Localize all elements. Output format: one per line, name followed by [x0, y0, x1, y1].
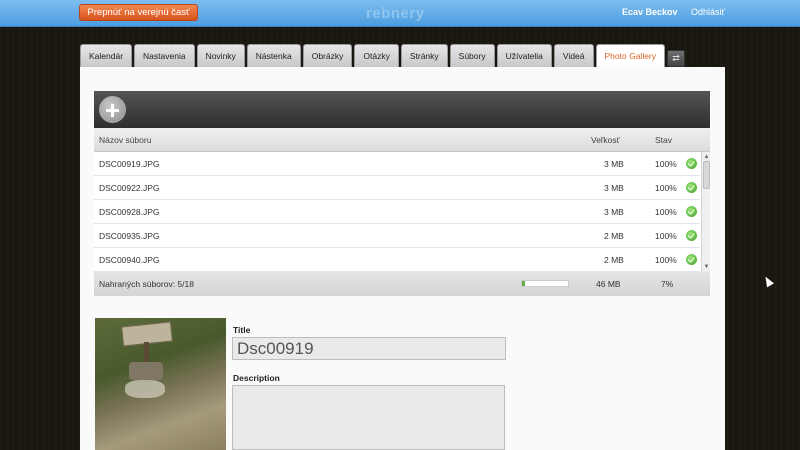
logo: rebnery — [366, 5, 425, 22]
upload-progress-fill — [522, 281, 526, 286]
check-icon — [686, 182, 697, 193]
file-status: 100% — [655, 207, 677, 217]
table-row[interactable]: DSC00935.JPG 2 MB 100% — [94, 224, 700, 248]
file-status: 100% — [655, 159, 677, 169]
description-label: Description — [233, 373, 280, 383]
file-list: DSC00940.JPG 2 MB 100% DSC00935.JPG 2 MB 100%… — [94, 152, 710, 272]
table-row[interactable]: DSC00919.JPG 3 MB 100% — [94, 152, 700, 176]
title-label: Title — [233, 325, 251, 335]
tab-s-bory[interactable]: Súbory — [449, 44, 495, 67]
switch-to-public-button[interactable]: Prepnúť na verejnú časť — [79, 4, 198, 21]
thumbnail-pipe — [129, 362, 163, 380]
table-row[interactable]: DSC00928.JPG 3 MB 100% — [94, 200, 700, 224]
file-name: DSC00935.JPG — [99, 231, 160, 241]
tab-novinky[interactable]: Novinky — [196, 44, 245, 67]
tab-n-stenka[interactable]: Nástenka — [246, 44, 301, 67]
column-header-name: Názov súboru — [99, 135, 152, 145]
tab-u-vatelia[interactable]: Užívatelia — [496, 44, 552, 67]
file-name: DSC00928.JPG — [99, 207, 160, 217]
tab-photo-gallery[interactable]: Photo Gallery — [595, 44, 666, 68]
file-size: 3 MB — [604, 159, 624, 169]
column-header-size: Veľkosť — [591, 135, 620, 145]
uploaded-count: Nahraných súborov: 5/18 — [99, 279, 194, 289]
tab-bar: Kalendár Nastavenia Novinky Nástenka Obrázky… — [80, 44, 686, 68]
file-status: 100% — [655, 231, 677, 241]
table-header: Názov súboru Veľkosť Stav — [94, 128, 710, 152]
total-percent: 7% — [661, 279, 674, 289]
check-icon — [686, 206, 697, 217]
photo-thumbnail[interactable] — [95, 318, 226, 450]
check-icon — [686, 158, 697, 169]
user-name: Ecav Beckov — [622, 7, 678, 17]
scroll-thumb[interactable] — [703, 161, 710, 189]
file-size: 3 MB — [604, 183, 624, 193]
file-name: DSC00919.JPG — [99, 159, 160, 169]
file-status: 100% — [655, 255, 677, 265]
file-table: Názov súboru Veľkosť Stav DSC00940.JPG 2 … — [94, 128, 710, 296]
upload-toolbar — [94, 91, 710, 128]
tab-ot-zky[interactable]: Otázky — [354, 44, 399, 67]
file-size: 3 MB — [604, 207, 624, 217]
main-panel: Názov súboru Veľkosť Stav DSC00940.JPG 2 … — [80, 67, 725, 450]
tab-nastavenia[interactable]: Nastavenia — [134, 44, 195, 67]
check-icon — [686, 254, 697, 265]
total-size: 46 MB — [596, 279, 621, 289]
tab-obr-zky[interactable]: Obrázky — [302, 44, 353, 67]
file-name: DSC00940.JPG — [99, 255, 160, 265]
tab-kalend-r[interactable]: Kalendár — [80, 44, 133, 67]
check-icon — [686, 230, 697, 241]
file-list-scrollbar[interactable]: ▲ ▼ — [701, 152, 710, 272]
file-size: 2 MB — [604, 255, 624, 265]
add-icon[interactable] — [99, 96, 126, 123]
upload-progress-bar — [521, 280, 569, 287]
logout-link[interactable]: Odhlásiť — [691, 7, 725, 17]
column-header-status: Stav — [655, 135, 673, 145]
shuffle-icon[interactable]: ⇄ — [667, 50, 686, 67]
table-row[interactable]: DSC00940.JPG 2 MB 100% — [94, 248, 700, 272]
scroll-up-icon[interactable]: ▲ — [703, 153, 710, 161]
file-status: 100% — [655, 183, 677, 193]
description-textarea[interactable] — [232, 385, 505, 450]
thumbnail-water — [125, 380, 165, 398]
file-size: 2 MB — [604, 231, 624, 241]
title-input[interactable] — [232, 337, 506, 360]
top-bar: Prepnúť na verejnú časť rebnery Ecav Bec… — [0, 0, 800, 27]
file-name: DSC00922.JPG — [99, 183, 160, 193]
tab-str-nky[interactable]: Stránky — [400, 44, 448, 67]
tab-vide-[interactable]: Videá — [553, 44, 594, 67]
scroll-down-icon[interactable]: ▼ — [703, 263, 710, 271]
table-footer: Nahraných súborov: 5/18 46 MB 7% — [94, 272, 710, 296]
table-row[interactable]: DSC00922.JPG 3 MB 100% — [94, 176, 700, 200]
